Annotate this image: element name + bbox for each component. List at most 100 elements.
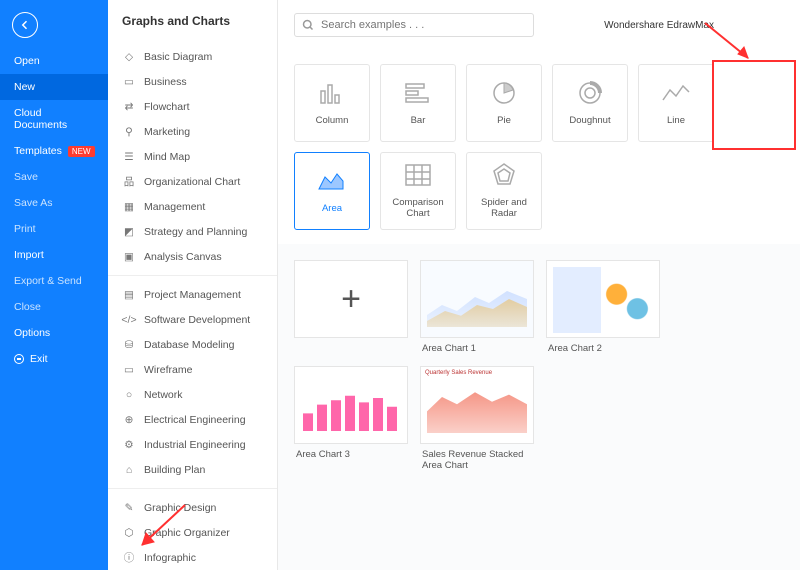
- back-button[interactable]: [12, 12, 38, 38]
- sidebar-item-label: Import: [14, 249, 44, 261]
- category-item-management[interactable]: ▦ Management: [108, 194, 277, 219]
- app-sidebar: Open New Cloud DocumentsTemplatesNEW Save Sa…: [0, 0, 108, 570]
- line-icon: [661, 81, 691, 105]
- template-thumbnail: [546, 260, 660, 338]
- category-icon: ⚙: [122, 438, 136, 452]
- sidebar-item-label: Save: [14, 171, 38, 183]
- annotation-highlight-box: [712, 60, 796, 150]
- category-icon: ⌂: [122, 463, 136, 477]
- sidebar-item-options[interactable]: Options: [0, 320, 108, 346]
- category-label: Project Management: [144, 289, 241, 301]
- category-icon: ▭: [122, 363, 136, 377]
- template-area-chart-1[interactable]: Area Chart 1: [420, 260, 534, 354]
- chart-type-bar[interactable]: Bar: [380, 64, 456, 142]
- sidebar-item-exit[interactable]: Exit: [0, 346, 108, 372]
- doughnut-icon: [575, 81, 605, 105]
- sidebar-item-save-as[interactable]: Save As: [0, 190, 108, 216]
- category-label: Analysis Canvas: [144, 251, 222, 263]
- category-item-electrical-engineering[interactable]: ⊕Electrical Engineering: [108, 407, 277, 432]
- category-label: Strategy and Planning: [144, 226, 247, 238]
- annotation-arrow-top: [700, 18, 760, 68]
- sidebar-item-label: Print: [14, 223, 36, 235]
- radar-icon: [489, 163, 519, 187]
- sidebar-item-label: Exit: [30, 353, 48, 365]
- tile-label: Spider and Radar: [467, 197, 541, 219]
- category-label: Software Development: [144, 314, 250, 326]
- sidebar-item-print[interactable]: Print: [0, 216, 108, 242]
- category-item-wireframe[interactable]: ▭Wireframe: [108, 357, 277, 382]
- plus-icon: +: [341, 280, 361, 319]
- sidebar-item-label: Save As: [14, 197, 53, 209]
- tile-label: Column: [316, 115, 349, 126]
- template-sales-revenue-stacked-area-chart[interactable]: Quarterly Sales RevenueSales Revenue Sta…: [420, 366, 534, 471]
- category-list[interactable]: ◇Basic Diagram▭Business⇄Flowchart⚲Market…: [108, 38, 277, 570]
- sidebar-item-save[interactable]: Save: [0, 164, 108, 190]
- template-thumbnail: Quarterly Sales Revenue: [420, 366, 534, 444]
- category-item-project-management[interactable]: ▤ Project Management: [108, 282, 277, 307]
- chart-type-column[interactable]: Column: [294, 64, 370, 142]
- template-label: [294, 338, 408, 343]
- category-item-basic-diagram[interactable]: ◇Basic Diagram: [108, 44, 277, 69]
- search-input[interactable]: [294, 13, 534, 37]
- category-label: Management: [144, 201, 205, 213]
- category-item-mind-map[interactable]: ☰Mind Map: [108, 144, 277, 169]
- category-icon: ▦: [122, 200, 136, 214]
- sidebar-item-label: New: [14, 81, 35, 93]
- chart-type-comparison-chart[interactable]: Comparison Chart: [380, 152, 456, 230]
- annotation-arrow-bottom: [130, 500, 200, 555]
- category-item-organizational-chart[interactable]: 品Organizational Chart: [108, 169, 277, 194]
- thumbnail-title: Quarterly Sales Revenue: [425, 370, 492, 376]
- category-item-marketing[interactable]: ⚲Marketing: [108, 119, 277, 144]
- sidebar-item-open[interactable]: Open: [0, 48, 108, 74]
- template-grid: +Area Chart 1Area Chart 2Area Chart 3Qua…: [278, 244, 800, 487]
- sidebar-item-label: Options: [14, 327, 50, 339]
- category-item-software-development[interactable]: </>Software Development: [108, 307, 277, 332]
- sidebar-item-new[interactable]: New: [0, 74, 108, 100]
- badge-new: NEW: [68, 146, 95, 157]
- category-item-network[interactable]: ○Network: [108, 382, 277, 407]
- tile-label: Area: [322, 203, 342, 214]
- category-title: Graphs and Charts: [108, 0, 277, 38]
- window-title: Wondershare EdrawMax: [604, 20, 714, 31]
- tile-label: Bar: [411, 115, 426, 126]
- category-icon: ⛁: [122, 338, 136, 352]
- category-panel: Graphs and Charts ◇Basic Diagram▭Busines…: [108, 0, 278, 570]
- chart-type-doughnut[interactable]: Doughnut: [552, 64, 628, 142]
- template-area-chart-3[interactable]: Area Chart 3: [294, 366, 408, 471]
- template-new-blank[interactable]: +: [294, 260, 408, 354]
- sidebar-item-label: Close: [14, 301, 41, 313]
- sidebar-item-export-send[interactable]: Export & Send: [0, 268, 108, 294]
- tile-label: Pie: [497, 115, 511, 126]
- category-item-strategy-and-planning[interactable]: ◩ Strategy and Planning: [108, 219, 277, 244]
- category-item-industrial-engineering[interactable]: ⚙ Industrial Engineering: [108, 432, 277, 457]
- category-icon: ⇄: [122, 100, 136, 114]
- category-label: Network: [144, 389, 183, 401]
- category-item-building-plan[interactable]: ⌂Building Plan: [108, 457, 277, 482]
- sidebar-item-templates[interactable]: TemplatesNEW: [0, 138, 108, 164]
- category-item-database-modeling[interactable]: ⛁Database Modeling: [108, 332, 277, 357]
- sidebar-item-import[interactable]: Import: [0, 242, 108, 268]
- category-label: Industrial Engineering: [144, 439, 246, 451]
- sidebar-item-close[interactable]: Close: [0, 294, 108, 320]
- category-label: Flowchart: [144, 101, 190, 113]
- category-label: Business: [144, 76, 187, 88]
- category-icon: ▤: [122, 288, 136, 302]
- template-area-chart-2[interactable]: Area Chart 2: [546, 260, 660, 354]
- chart-type-line[interactable]: Line: [638, 64, 714, 142]
- category-label: Mind Map: [144, 151, 190, 163]
- sidebar-item-label: Export & Send: [14, 275, 82, 287]
- category-icon: ◩: [122, 225, 136, 239]
- chart-type-area[interactable]: Area: [294, 152, 370, 230]
- template-thumbnail: +: [294, 260, 408, 338]
- category-item-flowchart[interactable]: ⇄ Flowchart: [108, 94, 277, 119]
- category-label: Marketing: [144, 126, 190, 138]
- search-icon: [302, 19, 314, 31]
- category-item-analysis-canvas[interactable]: ▣Analysis Canvas: [108, 244, 277, 269]
- category-label: Basic Diagram: [144, 51, 212, 63]
- chart-type-pie[interactable]: Pie: [466, 64, 542, 142]
- comparison-icon: [403, 163, 433, 187]
- sidebar-item-cloud-documents[interactable]: Cloud Documents: [0, 100, 108, 138]
- template-thumbnail: [294, 366, 408, 444]
- category-item-business[interactable]: ▭Business: [108, 69, 277, 94]
- chart-type-spider-and-radar[interactable]: Spider and Radar: [466, 152, 542, 230]
